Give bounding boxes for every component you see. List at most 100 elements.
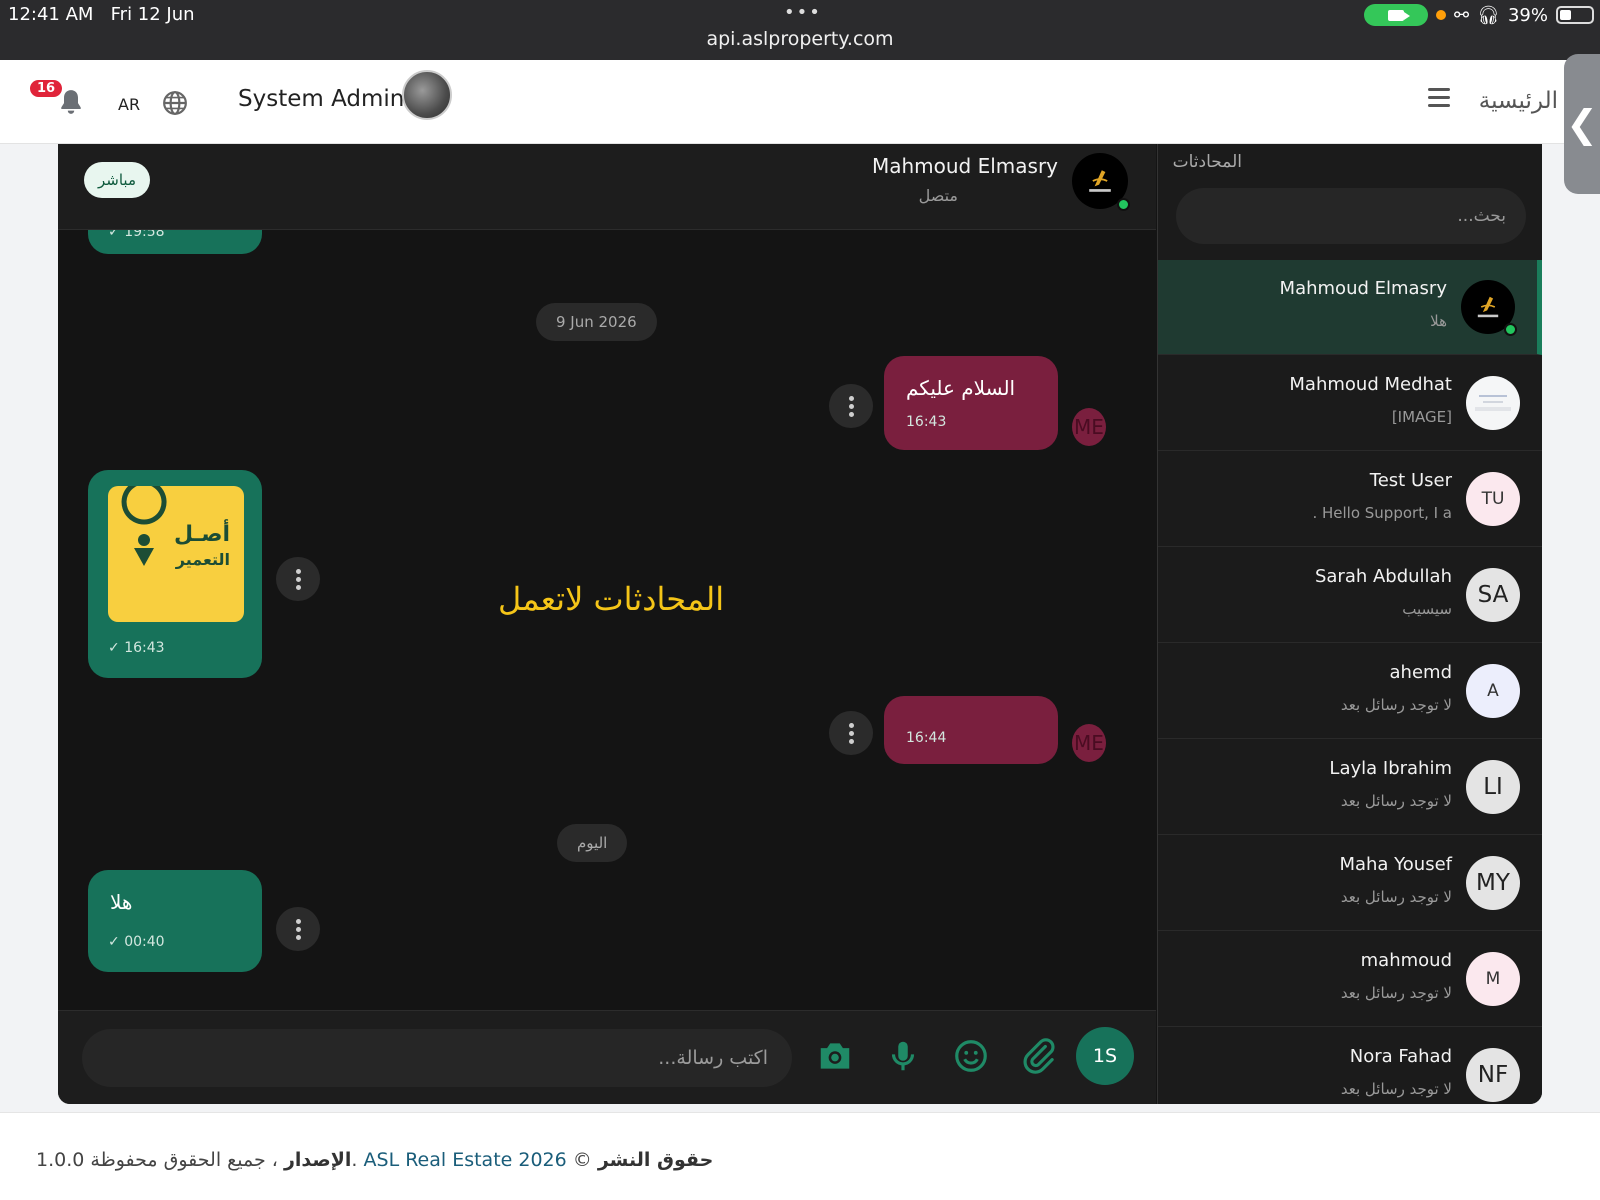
conversation-name: Mahmoud Elmasry — [1279, 278, 1447, 299]
sidebar-title: المحادثات — [1172, 152, 1242, 172]
sender-avatar: ME — [1072, 408, 1106, 446]
elmasry-logo-icon — [1477, 296, 1499, 318]
user-avatar[interactable] — [402, 70, 452, 120]
battery-icon — [1556, 6, 1594, 24]
conversation-item[interactable]: Mahmoud Medhat [IMAGE] — [1158, 356, 1542, 451]
notification-badge: 16 — [30, 80, 63, 97]
conversation-name: Sarah Abdullah — [1314, 566, 1452, 587]
message-bubble-incoming[interactable]: هلا ✓ 00:40 — [88, 870, 262, 972]
status-icons: ⚯ 🎧︎ 39% — [1364, 4, 1594, 26]
conversation-preview: لا توجد رسائل بعد — [1340, 792, 1452, 810]
copyright-label: حقوق النشر — [597, 1149, 714, 1171]
logo-line2: التعمير — [175, 550, 230, 569]
battery-percent: 39% — [1507, 4, 1548, 26]
peer-avatar[interactable] — [1072, 153, 1130, 211]
sender-avatar-button[interactable]: 1S — [1076, 1027, 1134, 1085]
chat-header: مباشر Mahmoud Elmasry متصل — [58, 144, 1156, 230]
conversation-avatar: LI — [1466, 760, 1520, 814]
conversation-preview: لا توجد رسائل بعد — [1340, 984, 1452, 1002]
live-button[interactable]: مباشر — [84, 162, 150, 198]
message-time: 16:43 — [124, 640, 165, 656]
conversation-avatar: NF — [1466, 1048, 1520, 1102]
more-dots-icon[interactable]: ••• — [784, 2, 822, 23]
page-footer: 1.0.0 الإصدار ، جميع الحقوق محفوظة. ASL … — [0, 1112, 1600, 1200]
conversation-item[interactable]: mahmoud لا توجد رسائل بعد M — [1158, 932, 1542, 1027]
language-toggle[interactable]: AR — [118, 95, 140, 114]
headphones-icon: 🎧︎ — [1477, 4, 1500, 26]
conversation-item[interactable]: Mahmoud Elmasry هلا — [1158, 260, 1542, 355]
brand-name[interactable]: ASL Real Estate 2026 — [364, 1149, 567, 1171]
user-name[interactable]: System Admin 1 — [238, 86, 426, 112]
conversation-item[interactable]: Sarah Abdullah سيسيب SA — [1158, 548, 1542, 643]
camera-in-use-icon — [1364, 4, 1429, 26]
version-number: 1.0.0 — [36, 1149, 85, 1171]
message-list[interactable]: ✓ 19:58 9 Jun 2026 السلام عليكم 16:43 ME… — [58, 230, 1156, 1010]
message-bubble-outgoing[interactable]: السلام عليكم 16:43 — [884, 356, 1058, 450]
camera-icon[interactable] — [816, 1037, 854, 1075]
peer-status: متصل — [918, 186, 958, 205]
date-separator: 9 Jun 2026 — [536, 303, 657, 341]
conversation-preview: سيسيب — [1402, 600, 1452, 618]
conversation-item[interactable]: Maha Yousef لا توجد رسائل بعد MY — [1158, 836, 1542, 931]
message-composer: 1S — [58, 1010, 1156, 1104]
logo-line1: أصـل — [174, 522, 230, 547]
conversation-sidebar: المحادثات Mahmoud Elmasry هلا Mahmoud Me… — [1157, 144, 1542, 1104]
search-wrap — [1176, 188, 1526, 244]
conversation-item[interactable]: Test User Hello Support, I a . TU — [1158, 452, 1542, 547]
ios-status-bar: 12:41 AM Fri 12 Jun ••• api.aslproperty.… — [0, 0, 1600, 60]
conversation-name: Test User — [1369, 470, 1452, 491]
message-options-icon[interactable] — [829, 384, 873, 428]
conversation-name: Maha Yousef — [1339, 854, 1452, 875]
conversation-avatar: TU — [1466, 472, 1520, 526]
conversation-avatar: SA — [1466, 568, 1520, 622]
conversation-name: Nora Fahad — [1349, 1046, 1452, 1067]
chevron-left-icon[interactable]: ❮ — [1564, 54, 1600, 194]
attached-image[interactable]: أصـل التعمير — [108, 479, 244, 622]
bell-icon[interactable] — [58, 88, 84, 116]
chat-panel: مباشر Mahmoud Elmasry متصل ✓ 19:58 9 Jun… — [58, 144, 1542, 1104]
home-link[interactable]: الرئيسية — [1479, 88, 1558, 114]
link-icon: ⚯ — [1454, 4, 1470, 26]
mic-indicator-icon — [1436, 10, 1447, 20]
search-input[interactable] — [1176, 188, 1526, 244]
globe-icon[interactable] — [162, 90, 188, 116]
conversation-preview: لا توجد رسائل بعد — [1340, 1080, 1452, 1098]
address-bar[interactable]: api.aslproperty.com — [0, 28, 1600, 50]
peer-name: Mahmoud Elmasry — [871, 154, 1058, 178]
conversation-item[interactable]: Layla Ibrahim لا توجد رسائل بعد LI — [1158, 740, 1542, 835]
emoji-icon[interactable] — [952, 1037, 990, 1075]
version-label: الإصدار — [283, 1149, 352, 1171]
conversation-avatar — [1461, 280, 1517, 336]
conversation-avatar: A — [1466, 664, 1520, 718]
conversation-name: Layla Ibrahim — [1329, 758, 1452, 779]
image-thumbnail-icon — [1466, 376, 1520, 430]
message-bubble-outgoing[interactable]: 16:44 — [884, 696, 1058, 764]
message-time: 16:44 — [906, 730, 947, 746]
message-options-icon[interactable] — [276, 907, 320, 951]
message-text: هلا — [110, 890, 133, 914]
message-input[interactable] — [82, 1029, 792, 1087]
clock: 12:41 AM Fri 12 Jun — [8, 4, 195, 25]
conversation-item[interactable]: ahemd لا توجد رسائل بعد A — [1158, 644, 1542, 739]
message-bubble-incoming[interactable]: ✓ 19:58 — [88, 230, 262, 254]
conversation-name: mahmoud — [1360, 950, 1452, 971]
paperclip-icon[interactable] — [1020, 1037, 1058, 1075]
conversation-item[interactable]: Nora Fahad لا توجد رسائل بعد NF — [1158, 1028, 1542, 1104]
conversation-name: ahemd — [1389, 662, 1452, 683]
message-input-wrap — [82, 1029, 792, 1087]
conversation-name: Mahmoud Medhat — [1289, 374, 1452, 395]
online-indicator — [1504, 323, 1517, 336]
overlay-text: المحادثات لاتعمل — [498, 580, 725, 618]
conversation-preview: لا توجد رسائل بعد — [1340, 888, 1452, 906]
conversation-avatar: MY — [1466, 856, 1520, 910]
menu-icon[interactable] — [1428, 88, 1450, 110]
conversation-preview: هلا — [1430, 312, 1447, 330]
microphone-icon[interactable] — [884, 1037, 922, 1075]
message-time: 16:43 — [906, 414, 947, 430]
conversation-preview: [IMAGE] — [1391, 408, 1452, 426]
conversation-preview: لا توجد رسائل بعد — [1340, 696, 1452, 714]
message-options-icon[interactable] — [829, 711, 873, 755]
copyright-symbol: © — [572, 1149, 592, 1171]
message-options-icon[interactable] — [276, 557, 320, 601]
message-bubble-image[interactable]: أصـل التعمير ✓ 16:43 — [88, 470, 262, 678]
